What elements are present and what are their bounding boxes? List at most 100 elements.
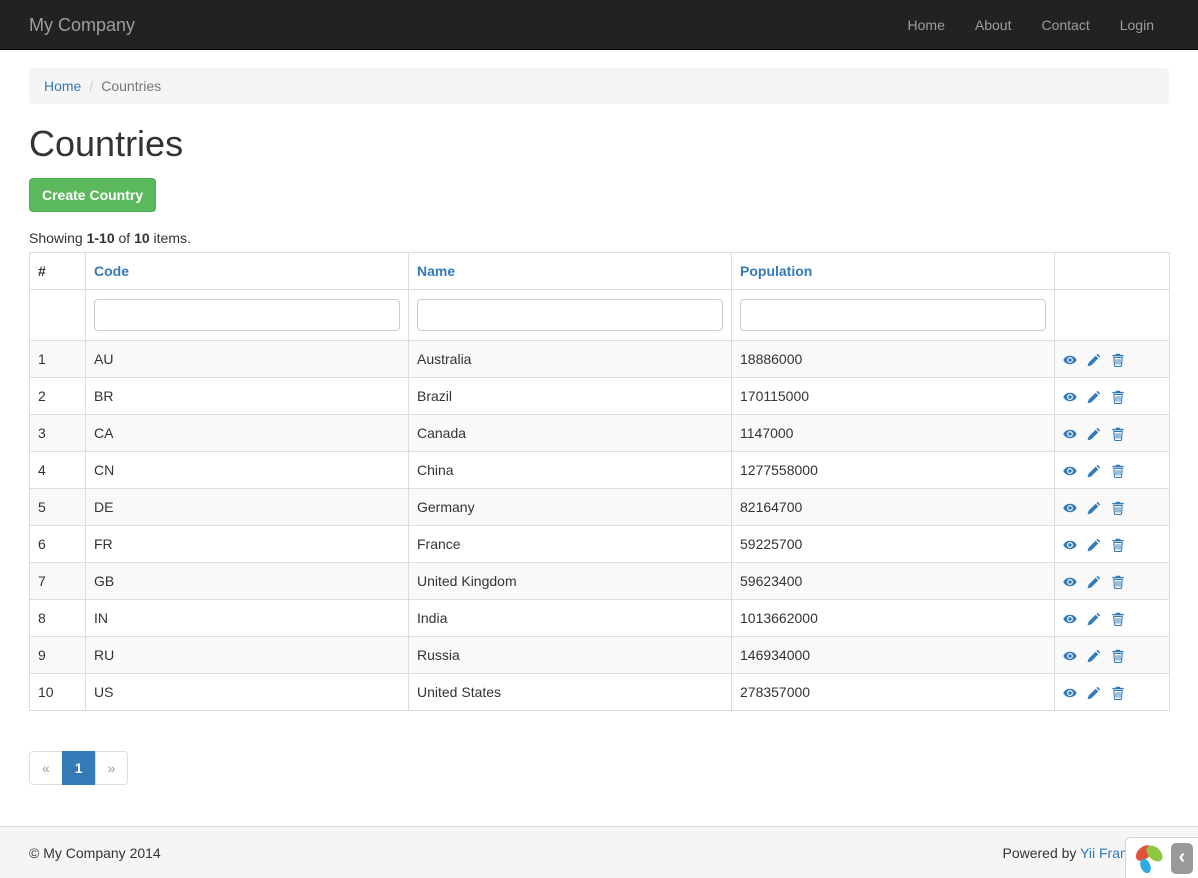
eye-icon <box>1063 686 1077 700</box>
nav-item-login[interactable]: Login <box>1105 0 1169 50</box>
trash-icon <box>1111 464 1125 478</box>
row-index: 7 <box>30 563 86 600</box>
debug-toolbar-toggle[interactable]: ‹ <box>1125 837 1198 878</box>
table-row: 6 FR France 59225700 <box>30 526 1170 563</box>
population-filter-input[interactable] <box>740 299 1046 331</box>
row-index: 4 <box>30 452 86 489</box>
trash-icon <box>1111 612 1125 626</box>
nav-item-about[interactable]: About <box>960 0 1027 50</box>
eye-icon <box>1063 427 1077 441</box>
delete-button[interactable] <box>1111 460 1125 480</box>
create-country-button[interactable]: Create Country <box>29 178 156 212</box>
row-population: 59623400 <box>732 563 1055 600</box>
sort-code-header[interactable]: Code <box>94 263 129 279</box>
row-index: 5 <box>30 489 86 526</box>
eye-icon <box>1063 353 1077 367</box>
eye-icon <box>1063 649 1077 663</box>
main-content: Home / Countries Countries Create Countr… <box>0 68 1198 785</box>
delete-button[interactable] <box>1111 386 1125 406</box>
pencil-icon <box>1087 649 1101 663</box>
row-code: US <box>86 674 409 711</box>
view-button[interactable] <box>1063 386 1077 406</box>
nav-item-contact[interactable]: Contact <box>1026 0 1104 50</box>
row-name: United States <box>409 674 732 711</box>
row-index: 2 <box>30 378 86 415</box>
trash-icon <box>1111 538 1125 552</box>
table-row: 7 GB United Kingdom 59623400 <box>30 563 1170 600</box>
header-index: # <box>30 253 86 290</box>
eye-icon <box>1063 464 1077 478</box>
row-name: Brazil <box>409 378 732 415</box>
code-filter-input[interactable] <box>94 299 400 331</box>
pencil-icon <box>1087 686 1101 700</box>
delete-button[interactable] <box>1111 571 1125 591</box>
table-row: 10 US United States 278357000 <box>30 674 1170 711</box>
row-population: 82164700 <box>732 489 1055 526</box>
row-population: 1013662000 <box>732 600 1055 637</box>
pagination-next[interactable]: » <box>95 751 129 785</box>
row-name: Canada <box>409 415 732 452</box>
row-code: CA <box>86 415 409 452</box>
row-index: 9 <box>30 637 86 674</box>
view-button[interactable] <box>1063 571 1077 591</box>
sort-population-header[interactable]: Population <box>740 263 812 279</box>
view-button[interactable] <box>1063 534 1077 554</box>
row-index: 1 <box>30 341 86 378</box>
update-button[interactable] <box>1087 497 1101 517</box>
delete-button[interactable] <box>1111 608 1125 628</box>
delete-button[interactable] <box>1111 682 1125 702</box>
breadcrumb-separator: / <box>81 76 101 96</box>
update-button[interactable] <box>1087 682 1101 702</box>
table-row: 3 CA Canada 1147000 <box>30 415 1170 452</box>
copyright: © My Company 2014 <box>29 845 161 861</box>
update-button[interactable] <box>1087 608 1101 628</box>
view-button[interactable] <box>1063 645 1077 665</box>
row-name: United Kingdom <box>409 563 732 600</box>
countries-grid: # Code Name Population 1 AU <box>29 252 1170 711</box>
pagination-prev[interactable]: « <box>29 751 63 785</box>
trash-icon <box>1111 390 1125 404</box>
view-button[interactable] <box>1063 608 1077 628</box>
table-row: 1 AU Australia 18886000 <box>30 341 1170 378</box>
row-population: 1147000 <box>732 415 1055 452</box>
row-name: Australia <box>409 341 732 378</box>
delete-button[interactable] <box>1111 497 1125 517</box>
table-row: 9 RU Russia 146934000 <box>30 637 1170 674</box>
delete-button[interactable] <box>1111 349 1125 369</box>
pagination-page-1[interactable]: 1 <box>62 751 96 785</box>
eye-icon <box>1063 612 1077 626</box>
breadcrumb-home-link[interactable]: Home <box>44 78 81 94</box>
eye-icon <box>1063 501 1077 515</box>
view-button[interactable] <box>1063 460 1077 480</box>
pencil-icon <box>1087 464 1101 478</box>
update-button[interactable] <box>1087 645 1101 665</box>
name-filter-input[interactable] <box>417 299 723 331</box>
row-name: India <box>409 600 732 637</box>
table-row: 8 IN India 1013662000 <box>30 600 1170 637</box>
sort-name-header[interactable]: Name <box>417 263 455 279</box>
delete-button[interactable] <box>1111 645 1125 665</box>
row-population: 18886000 <box>732 341 1055 378</box>
row-code: IN <box>86 600 409 637</box>
nav-item-home[interactable]: Home <box>893 0 960 50</box>
delete-button[interactable] <box>1111 534 1125 554</box>
navbar-brand[interactable]: My Company <box>29 15 135 35</box>
row-code: BR <box>86 378 409 415</box>
view-button[interactable] <box>1063 497 1077 517</box>
delete-button[interactable] <box>1111 423 1125 443</box>
view-button[interactable] <box>1063 349 1077 369</box>
update-button[interactable] <box>1087 460 1101 480</box>
view-button[interactable] <box>1063 423 1077 443</box>
row-index: 3 <box>30 415 86 452</box>
trash-icon <box>1111 575 1125 589</box>
update-button[interactable] <box>1087 534 1101 554</box>
update-button[interactable] <box>1087 423 1101 443</box>
table-row: 4 CN China 1277558000 <box>30 452 1170 489</box>
row-population: 146934000 <box>732 637 1055 674</box>
view-button[interactable] <box>1063 682 1077 702</box>
update-button[interactable] <box>1087 571 1101 591</box>
navbar-menu: Home About Contact Login <box>893 0 1169 50</box>
update-button[interactable] <box>1087 349 1101 369</box>
update-button[interactable] <box>1087 386 1101 406</box>
filter-cell-empty <box>30 290 86 341</box>
